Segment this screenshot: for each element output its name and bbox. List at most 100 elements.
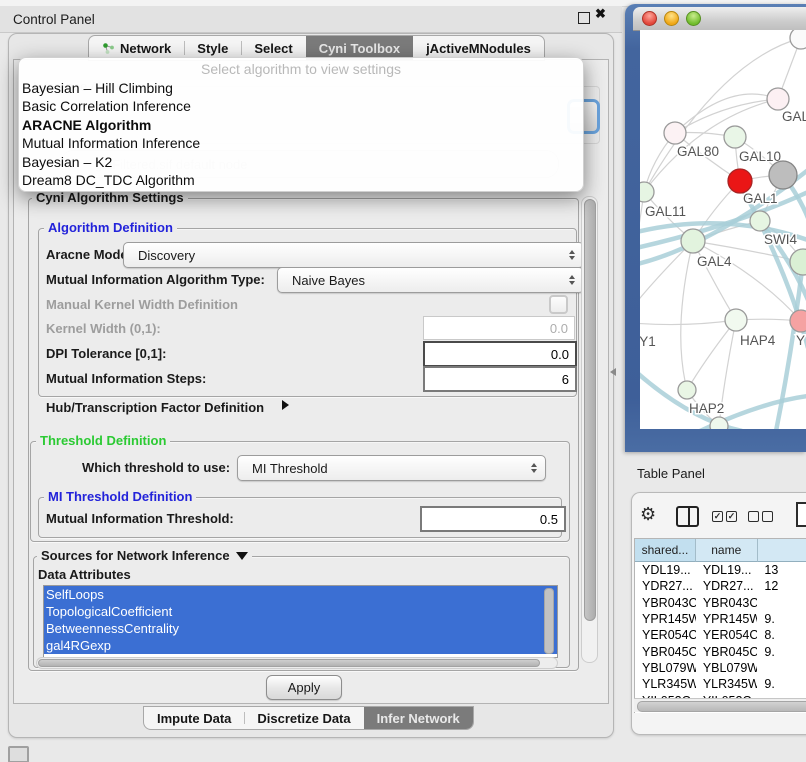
which-threshold-value: MI Threshold bbox=[252, 461, 328, 476]
collapse-arrow-icon[interactable] bbox=[236, 552, 248, 560]
algorithm-option-aracne-algorithm[interactable]: ARACNE Algorithm bbox=[19, 116, 583, 134]
attribute-selfloops[interactable]: SelfLoops bbox=[44, 586, 557, 603]
attributes-hscrollbar[interactable] bbox=[36, 657, 558, 669]
algorithm-option-bayesian-k2[interactable]: Bayesian – K2 bbox=[19, 153, 583, 171]
split-columns-icon[interactable] bbox=[676, 506, 699, 527]
close-window-icon[interactable] bbox=[642, 11, 657, 26]
tab-infer-network[interactable]: Infer Network bbox=[364, 707, 473, 729]
algorithm-option-basic-correlation-inference[interactable]: Basic Correlation Inference bbox=[19, 97, 583, 115]
attribute-topologicalcoefficient[interactable]: TopologicalCoefficient bbox=[44, 603, 557, 620]
hscroll-thumb[interactable] bbox=[38, 659, 540, 667]
network-window-titlebar[interactable] bbox=[633, 7, 806, 31]
data-attributes-list[interactable]: SelfLoopsTopologicalCoefficientBetweenne… bbox=[43, 585, 558, 658]
mi-threshold-field[interactable]: 0.5 bbox=[420, 506, 566, 532]
algorithm-definition-legend: Algorithm Definition bbox=[44, 221, 177, 235]
table-cell: 12 bbox=[757, 578, 806, 594]
mi-type-value: Naive Bayes bbox=[292, 273, 365, 288]
tab-discretize-data[interactable]: Discretize Data bbox=[244, 707, 363, 729]
network-node-swi4[interactable] bbox=[750, 211, 770, 231]
stepper-icon bbox=[569, 250, 575, 260]
table-row[interactable]: YER054CYER054C8. bbox=[635, 627, 806, 643]
minimized-panel-icon[interactable] bbox=[8, 746, 29, 762]
document-icon[interactable] bbox=[796, 502, 806, 527]
network-node[interactable] bbox=[769, 161, 797, 189]
network-node-hap4[interactable] bbox=[725, 309, 747, 331]
settings-scroll-thumb[interactable] bbox=[584, 199, 596, 621]
column-header-shared[interactable]: shared... bbox=[635, 539, 696, 562]
node-label: GAL80 bbox=[677, 144, 719, 159]
node-label: GAL11 bbox=[645, 204, 686, 219]
float-window-icon[interactable] bbox=[578, 12, 590, 24]
settings-scrollbar[interactable] bbox=[581, 196, 598, 663]
table-row[interactable]: YPR145WYPR145W9. bbox=[635, 611, 806, 627]
table-row[interactable]: YBL079WYBL079W bbox=[635, 660, 806, 676]
algorithm-dropdown-popup: Select algorithm to view settings Bayesi… bbox=[18, 57, 584, 192]
network-tab-icon bbox=[102, 42, 115, 55]
mi-threshold-label: Mutual Information Threshold: bbox=[46, 511, 234, 526]
column-header-name[interactable]: name bbox=[696, 539, 758, 562]
network-canvas[interactable]: GALGAL80GAL10GAL1GAL11GAL4SWI4GCY1HAP4YH… bbox=[640, 30, 806, 429]
attribute-gal4rgexp[interactable]: gal4RGexp bbox=[44, 637, 557, 654]
column-header-col2[interactable] bbox=[758, 539, 806, 562]
table-cell bbox=[757, 595, 806, 611]
tab-label: Infer Network bbox=[377, 711, 460, 726]
node-label: GCY1 bbox=[640, 334, 656, 349]
expand-arrow-icon[interactable] bbox=[282, 400, 289, 410]
gear-icon[interactable]: ⚙ bbox=[640, 503, 656, 525]
stepper-icon bbox=[569, 275, 575, 285]
attributes-scrollbar[interactable] bbox=[544, 588, 554, 654]
cyni-settings-legend: Cyni Algorithm Settings bbox=[32, 191, 188, 205]
network-node-gal80[interactable] bbox=[664, 122, 686, 144]
table-hscroll-thumb[interactable] bbox=[637, 701, 806, 712]
attribute-betweennesscentrality[interactable]: BetweennessCentrality bbox=[44, 620, 557, 637]
table-cell: YBR043C bbox=[696, 595, 758, 611]
table-row[interactable]: YLR345WYLR345W9. bbox=[635, 676, 806, 692]
algorithm-option-dream8-dc-tdc-algorithm[interactable]: Dream8 DC_TDC Algorithm bbox=[19, 171, 583, 189]
table-row[interactable]: YDR27...YDR27...12 bbox=[635, 578, 806, 594]
zoom-window-icon[interactable] bbox=[686, 11, 701, 26]
node-label: GAL1 bbox=[743, 191, 778, 206]
table-cell: YDR27... bbox=[635, 578, 696, 594]
manual-kernel-checkbox[interactable] bbox=[549, 295, 568, 314]
threshold-legend: Threshold Definition bbox=[36, 434, 170, 448]
mi-steps-label: Mutual Information Steps: bbox=[46, 371, 206, 386]
network-node-gal[interactable] bbox=[767, 88, 789, 110]
mi-type-combo[interactable]: Naive Bayes bbox=[277, 267, 584, 293]
select-none-icon[interactable] bbox=[748, 511, 773, 522]
algorithm-list: Bayesian – Hill ClimbingBasic Correlatio… bbox=[19, 79, 583, 189]
minimize-window-icon[interactable] bbox=[664, 11, 679, 26]
table-cell: YER054C bbox=[696, 627, 758, 643]
bottom-tab-bar: Impute DataDiscretize Data Infer Network bbox=[143, 706, 474, 730]
table-row[interactable]: YBR045CYBR045C9. bbox=[635, 643, 806, 659]
aracne-mode-label: Aracne Mode: bbox=[46, 247, 132, 262]
network-node-gal11[interactable] bbox=[640, 182, 654, 202]
sources-title: Sources for Network Inference bbox=[41, 549, 230, 563]
network-node-y[interactable] bbox=[790, 310, 806, 332]
network-node[interactable] bbox=[790, 30, 806, 49]
close-icon[interactable]: ✖ bbox=[595, 6, 606, 22]
kernel-width-field[interactable]: 0.0 bbox=[423, 316, 575, 340]
table-hscrollbar[interactable] bbox=[634, 698, 806, 712]
network-node-hap2[interactable] bbox=[678, 381, 696, 399]
network-node-gal1[interactable] bbox=[728, 169, 752, 193]
algorithm-option-bayesian-hill-climbing[interactable]: Bayesian – Hill Climbing bbox=[19, 79, 583, 97]
tab-impute-data[interactable]: Impute Data bbox=[144, 707, 244, 729]
table-cell: 9. bbox=[757, 611, 806, 627]
panel-divider-arrow-icon[interactable] bbox=[610, 368, 616, 376]
dpi-tolerance-field[interactable]: 0.0 bbox=[423, 341, 577, 367]
node-table[interactable]: shared...name YDL19...YDL19...13YDR27...… bbox=[634, 538, 806, 713]
mi-steps-field[interactable]: 6 bbox=[423, 366, 577, 392]
table-row[interactable]: YBR043CYBR043C bbox=[635, 595, 806, 611]
network-node-gal10[interactable] bbox=[724, 126, 746, 148]
aracne-mode-combo[interactable]: Discovery bbox=[123, 242, 584, 268]
select-all-icon[interactable]: ✓✓ bbox=[712, 511, 737, 522]
table-header: shared...name bbox=[635, 539, 806, 562]
table-cell bbox=[757, 660, 806, 676]
which-threshold-combo[interactable]: MI Threshold bbox=[237, 455, 546, 481]
apply-button[interactable]: Apply bbox=[266, 675, 342, 700]
network-node[interactable] bbox=[710, 417, 728, 429]
network-node-gal4[interactable] bbox=[681, 229, 705, 253]
table-row[interactable]: YDL19...YDL19...13 bbox=[635, 562, 806, 578]
node-label: GAL4 bbox=[697, 254, 732, 269]
algorithm-option-mutual-information-inference[interactable]: Mutual Information Inference bbox=[19, 134, 583, 152]
